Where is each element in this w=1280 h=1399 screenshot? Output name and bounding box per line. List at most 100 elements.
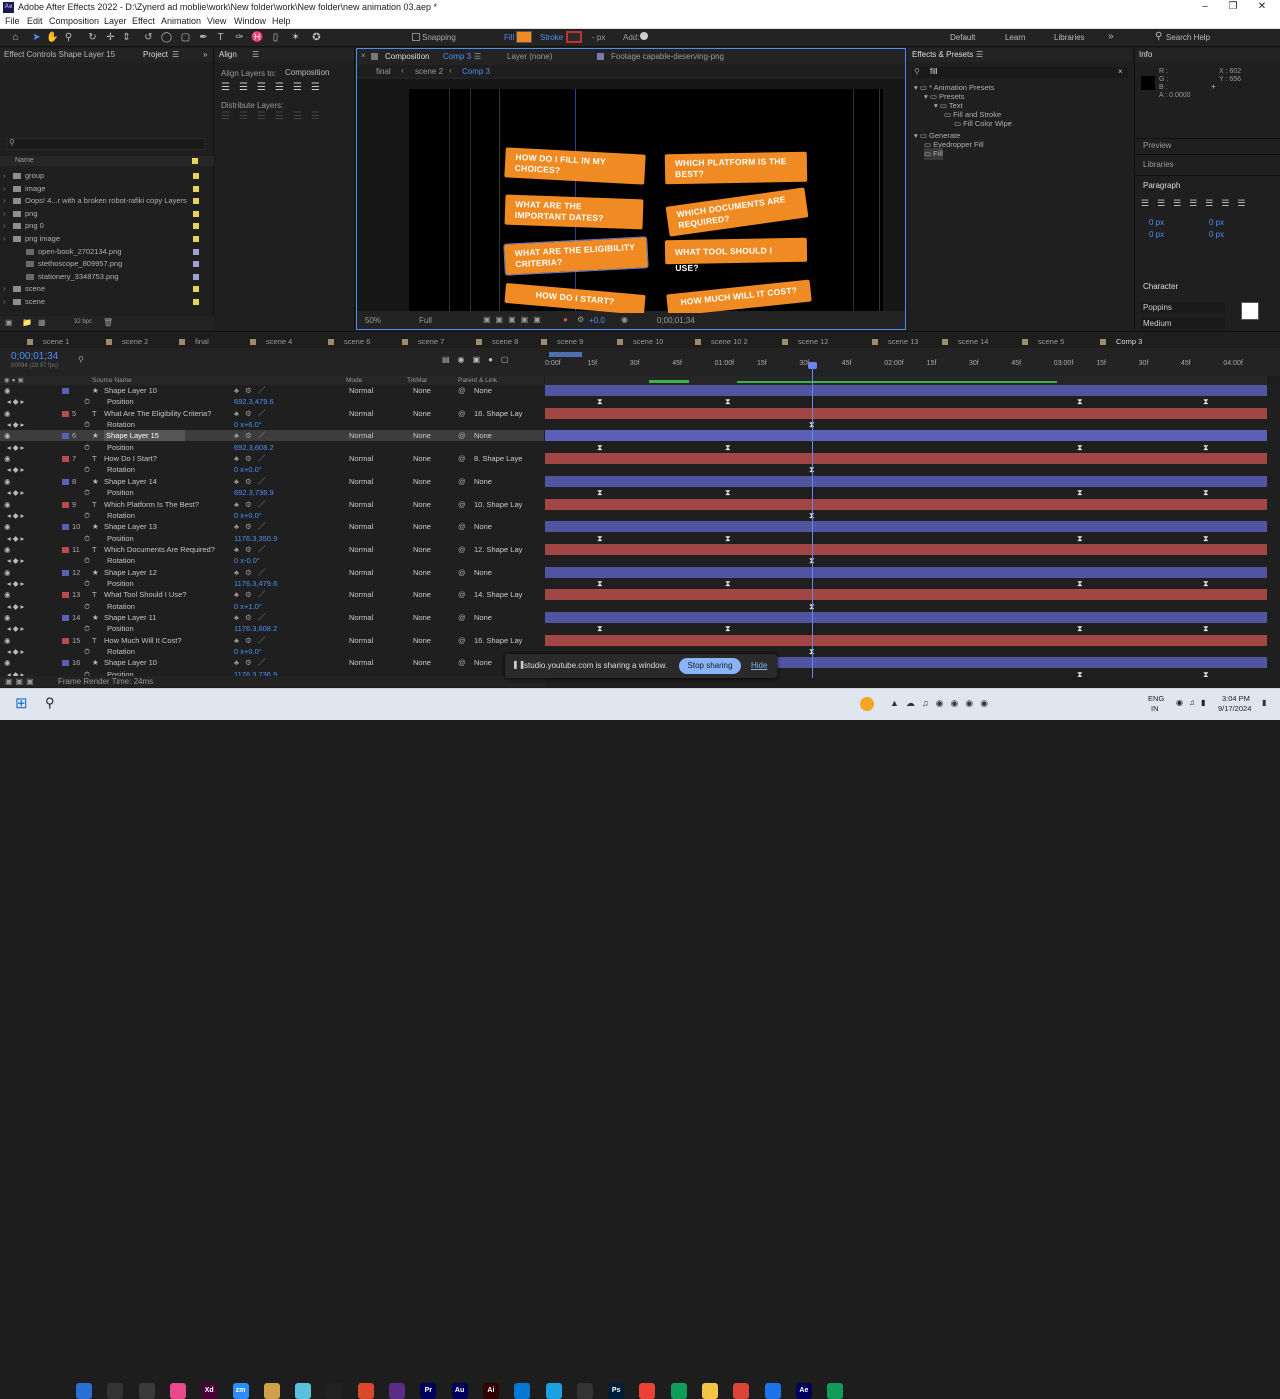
indent-left-value[interactable]: 0 px: [1149, 218, 1164, 227]
keyframe-icon[interactable]: ⧗: [1077, 670, 1083, 677]
stopwatch-icon[interactable]: ⏱: [84, 623, 90, 634]
pickwhip-icon[interactable]: @: [458, 476, 466, 487]
keyframe-icon[interactable]: ⧗: [725, 443, 731, 453]
layer-switches[interactable]: ♣ ⚙ ／: [234, 408, 267, 419]
pickwhip-icon[interactable]: @: [458, 544, 466, 555]
clear-search-icon[interactable]: ×: [1118, 67, 1123, 76]
keyframe-navigator-icon[interactable]: ◂◆▸: [7, 533, 26, 544]
visibility-eye-icon[interactable]: ◉: [4, 567, 11, 578]
trackmatte-select[interactable]: None: [413, 453, 431, 464]
keyframe-navigator-icon[interactable]: ◂◆▸: [7, 646, 26, 657]
taskbar-app-icon[interactable]: [545, 1383, 562, 1399]
keyframe-navigator-icon[interactable]: ◂◆▸: [7, 487, 26, 498]
parent-select[interactable]: 14. Shape Lay: [474, 589, 522, 600]
trackmatte-select[interactable]: None: [413, 544, 431, 555]
effects-tree-item[interactable]: ▭ Fill Color Wipe: [954, 118, 1012, 130]
visibility-eye-icon[interactable]: ◉: [4, 476, 11, 487]
layer-property-row[interactable]: ◂◆▸ ⏱ Position 1176.3,350.9: [0, 533, 544, 544]
layer-switches[interactable]: ♣ ⚙ ／: [234, 635, 267, 646]
menu-help[interactable]: Help: [272, 16, 291, 26]
layer-duration-bar[interactable]: [545, 543, 1267, 555]
layer-switches[interactable]: ♣ ⚙ ／: [234, 521, 267, 532]
trkmat-column[interactable]: TrkMat: [407, 376, 427, 385]
trackmatte-select[interactable]: None: [413, 430, 431, 441]
menu-effect[interactable]: Effect: [132, 16, 155, 26]
trackmatte-select[interactable]: None: [413, 635, 431, 646]
viewer-option-icons[interactable]: ▣▣▣▣▣: [483, 315, 546, 324]
stopwatch-icon[interactable]: ⏱: [84, 442, 90, 453]
trackmatte-select[interactable]: None: [413, 499, 431, 510]
keyframe-navigator-icon[interactable]: ◂◆▸: [7, 442, 26, 453]
pan-tool-icon[interactable]: ✛: [104, 31, 117, 44]
layer-property-row[interactable]: ◂◆▸ ⏱ Rotation 0 x+1.0°: [0, 601, 544, 612]
workspace-learn[interactable]: Learn: [1005, 33, 1025, 42]
keyframe-icon[interactable]: ⧗: [1203, 443, 1209, 453]
taskbar-app-icon[interactable]: [576, 1383, 593, 1399]
layer-name[interactable]: Shape Layer 13: [104, 521, 157, 532]
layer-name[interactable]: Shape Layer 11: [104, 612, 156, 623]
windows-start-icon[interactable]: ⊞: [15, 696, 31, 712]
pickwhip-icon[interactable]: @: [458, 567, 466, 578]
chevron-right-icon[interactable]: ›: [3, 195, 6, 207]
effect-controls-tab[interactable]: Effect Controls Shape Layer 15: [4, 50, 115, 59]
blend-mode-select[interactable]: Normal: [349, 408, 373, 419]
layer-label-color[interactable]: [62, 569, 69, 576]
current-timecode[interactable]: 0;00;01;34: [11, 351, 58, 362]
keyframe-navigator-icon[interactable]: ◂◆▸: [7, 419, 26, 430]
keyframe-icon[interactable]: ⧗: [597, 534, 603, 544]
work-area-bar[interactable]: [549, 352, 582, 357]
space-before-value[interactable]: 0 px: [1149, 230, 1164, 239]
project-item[interactable]: open-book_2702134.png: [0, 246, 214, 258]
menu-file[interactable]: File: [5, 16, 20, 26]
layer-duration-bar[interactable]: [545, 475, 1267, 487]
pickwhip-icon[interactable]: @: [458, 453, 466, 464]
stop-sharing-button[interactable]: Stop sharing: [679, 658, 741, 674]
layer-name[interactable]: Shape Layer 14: [104, 476, 157, 487]
font-family-select[interactable]: Poppins: [1141, 302, 1225, 313]
layer-name[interactable]: Shape Layer 15: [104, 430, 185, 442]
orbit-tool-icon[interactable]: ↻: [86, 31, 99, 44]
stopwatch-icon[interactable]: ⏱: [84, 510, 90, 521]
stroke-width[interactable]: - px: [592, 33, 605, 42]
parent-select[interactable]: None: [474, 612, 492, 623]
wifi-volume-battery-icons[interactable]: ◉♫▮: [1176, 698, 1211, 707]
pickwhip-icon[interactable]: @: [458, 635, 466, 646]
libraries-tab[interactable]: Libraries: [1143, 160, 1174, 169]
clock-time[interactable]: 3:04 PM: [1222, 694, 1250, 703]
layer-switches[interactable]: ♣ ⚙ ／: [234, 453, 267, 464]
layer-label-color[interactable]: [62, 388, 69, 394]
exposure-icon[interactable]: ⚙: [577, 315, 584, 324]
blend-mode-select[interactable]: Normal: [349, 657, 373, 668]
pickwhip-icon[interactable]: @: [458, 657, 466, 668]
timeline-tab[interactable]: scene 6: [328, 336, 370, 348]
label-color-swatch[interactable]: [193, 261, 199, 268]
visibility-eye-icon[interactable]: ◉: [4, 453, 11, 464]
label-color-swatch[interactable]: [193, 173, 199, 179]
fill-label[interactable]: Fill: [504, 33, 514, 42]
parent-select[interactable]: None: [474, 476, 492, 487]
notification-icon[interactable]: [860, 697, 874, 711]
pickwhip-icon[interactable]: @: [458, 499, 466, 510]
taskbar-app-icon[interactable]: Au: [451, 1383, 468, 1399]
zoom-tool-icon[interactable]: ⚲: [62, 31, 75, 44]
menu-animation[interactable]: Animation: [161, 16, 201, 26]
trackmatte-select[interactable]: None: [413, 612, 431, 623]
blend-mode-select[interactable]: Normal: [349, 635, 373, 646]
parent-select[interactable]: 16. Shape Lay: [474, 408, 522, 419]
layer-switches[interactable]: ♣ ⚙ ／: [234, 476, 267, 487]
parent-select[interactable]: 12. Shape Lay: [474, 544, 522, 555]
blend-mode-select[interactable]: Normal: [349, 499, 373, 510]
taskbar-app-icon[interactable]: [733, 1383, 750, 1399]
visibility-eye-icon[interactable]: ◉: [4, 657, 11, 668]
layer-row[interactable]: ◉ ★ Shape Layer 10 ♣ ⚙ ／ Normal None @ None: [0, 385, 544, 396]
font-style-select[interactable]: Medium: [1141, 318, 1225, 329]
effects-menu-icon[interactable]: ☰: [976, 48, 983, 62]
clock-date[interactable]: 9/17/2024: [1218, 704, 1251, 713]
timeline-search-icon[interactable]: ⚲: [78, 355, 84, 364]
visibility-eye-icon[interactable]: ◉: [4, 408, 11, 419]
layer-name[interactable]: How Do I Start?: [104, 453, 157, 464]
effects-presets-tab[interactable]: Effects & Presets: [912, 50, 973, 59]
pickwhip-icon[interactable]: @: [458, 612, 466, 623]
keyframe-icon[interactable]: ⧗: [1203, 624, 1209, 634]
chevron-right-icon[interactable]: ›: [3, 208, 6, 220]
